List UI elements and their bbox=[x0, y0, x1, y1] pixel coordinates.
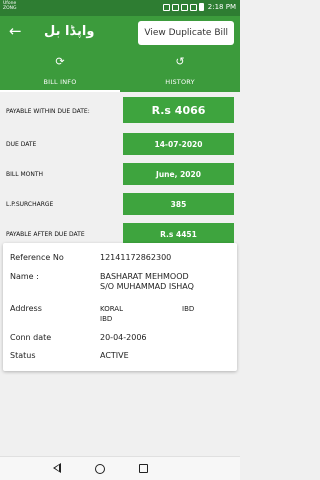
tab-bar: ⟳ BILL INFO ↺ HISTORY bbox=[0, 50, 240, 92]
carrier-name-2: ZONG bbox=[3, 6, 17, 11]
nav-recents-icon[interactable] bbox=[139, 464, 148, 473]
tab-history-label: HISTORY bbox=[165, 78, 195, 86]
conn-date-label: Conn date bbox=[10, 333, 52, 342]
row-value: R.s 4066 bbox=[123, 97, 234, 123]
arrow-left-icon[interactable]: ← bbox=[9, 24, 22, 39]
signal-icon bbox=[189, 3, 197, 11]
app-title: واپڈا بل bbox=[44, 24, 95, 39]
vibrate-icon bbox=[171, 3, 179, 11]
view-duplicate-bill-button[interactable]: View Duplicate Bill bbox=[138, 21, 234, 45]
row-label: BILL MONTH bbox=[6, 170, 44, 178]
row-label: DUE DATE bbox=[6, 140, 37, 148]
address-label: Address bbox=[10, 304, 42, 313]
wifi-icon bbox=[180, 3, 188, 11]
name-label: Name : bbox=[10, 272, 39, 281]
name-value-line2: S/O MUHAMMAD ISHAQ bbox=[100, 282, 194, 291]
row-due-date: DUE DATE 14-07-2020 bbox=[0, 131, 240, 157]
reference-no-value: 12141172862300 bbox=[100, 253, 172, 262]
row-payable-within-due-date: PAYABLE WITHIN DUE DATE: R.s 4066 bbox=[0, 95, 240, 127]
tab-bill-info[interactable]: ⟳ BILL INFO bbox=[0, 50, 120, 92]
address-value-line2: IBD bbox=[100, 315, 113, 323]
system-nav-bar bbox=[0, 456, 240, 480]
address-extra-value: IBD bbox=[182, 305, 195, 313]
status-label: Status bbox=[10, 351, 36, 360]
consumer-details-card: Reference No 12141172862300 Name : BASHA… bbox=[3, 243, 237, 371]
nav-back-icon[interactable] bbox=[53, 463, 61, 473]
status-icons: 2:18 PM bbox=[162, 3, 236, 11]
row-label: L.P.SURCHARGE bbox=[6, 200, 54, 208]
alarm-icon bbox=[162, 3, 170, 11]
status-value: ACTIVE bbox=[100, 351, 129, 360]
address-value-line1: KORAL bbox=[100, 305, 123, 313]
refresh-icon: ⟳ bbox=[55, 55, 65, 68]
row-bill-month: BILL MONTH June, 2020 bbox=[0, 161, 240, 187]
row-lp-surcharge: L.P.SURCHARGE 385 bbox=[0, 191, 240, 217]
row-value: 14-07-2020 bbox=[123, 133, 234, 155]
history-icon: ↺ bbox=[175, 55, 185, 68]
carrier-info: Ufone ZONG bbox=[3, 1, 16, 11]
status-bar: Ufone ZONG 2:18 PM bbox=[0, 0, 240, 16]
reference-no-label: Reference No bbox=[10, 253, 64, 262]
name-value-line1: BASHARAT MEHMOOD bbox=[100, 272, 189, 281]
row-value: R.s 4451 bbox=[123, 223, 234, 245]
conn-date-value: 20-04-2006 bbox=[100, 333, 147, 342]
tab-bill-info-label: BILL INFO bbox=[43, 78, 77, 86]
row-value: 385 bbox=[123, 193, 234, 215]
status-time: 2:18 PM bbox=[207, 3, 236, 11]
nav-home-icon[interactable] bbox=[95, 464, 105, 474]
app-bar: ← واپڈا بل View Duplicate Bill bbox=[0, 16, 240, 50]
row-label: PAYABLE WITHIN DUE DATE: bbox=[6, 107, 90, 115]
battery-icon bbox=[198, 3, 204, 11]
bill-summary: PAYABLE WITHIN DUE DATE: R.s 4066 DUE DA… bbox=[0, 92, 240, 247]
tab-history[interactable]: ↺ HISTORY bbox=[120, 50, 240, 92]
row-value: June, 2020 bbox=[123, 163, 234, 185]
